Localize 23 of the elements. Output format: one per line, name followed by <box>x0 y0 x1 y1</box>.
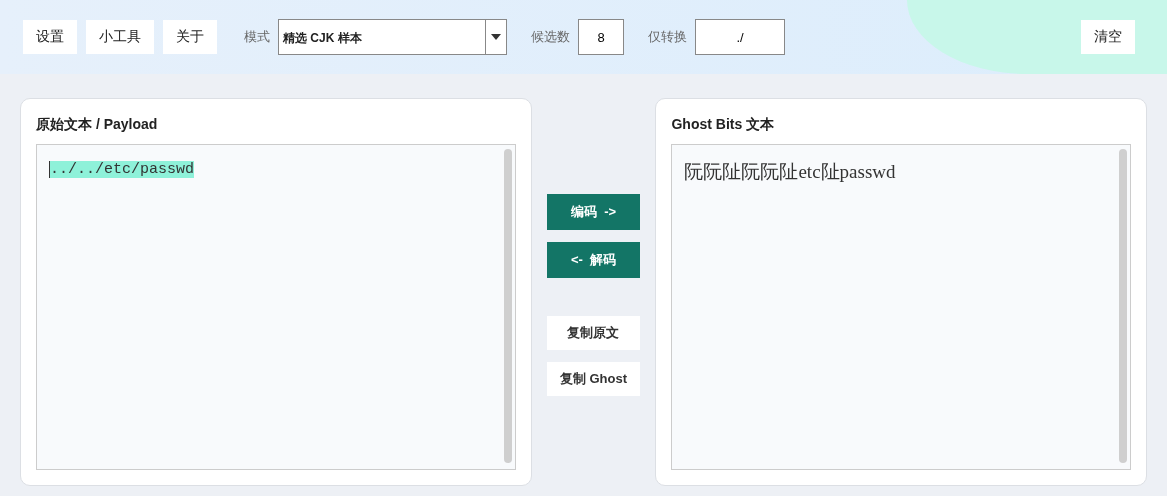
menu-button[interactable]: 关于 <box>163 20 217 54</box>
action-button[interactable]: 复制 Ghost <box>546 362 641 396</box>
scrollbar-thumb[interactable] <box>1119 149 1127 463</box>
clear-button[interactable]: 清空 <box>1081 20 1135 54</box>
convert-only-label: 仅转换 <box>648 28 687 46</box>
action-button[interactable]: <- 解码 <box>546 242 641 278</box>
candidates-field[interactable]: 8 <box>578 19 624 55</box>
caret-icon <box>491 34 501 40</box>
action-button[interactable]: 复制原文 <box>546 316 641 350</box>
ghost-text-field[interactable]: 阮阮阯阮阮阯etc阯passwd <box>671 144 1131 470</box>
candidates-label: 候选数 <box>531 28 570 46</box>
mode-dropdown[interactable]: 精选 CJK 样本 <box>278 19 507 55</box>
menu-button[interactable]: 设置 <box>23 20 77 54</box>
mode-label: 模式 <box>244 28 270 46</box>
panel-title: 原始文本 / Payload <box>36 116 158 134</box>
menu-button[interactable]: 小工具 <box>86 20 154 54</box>
payload-field[interactable]: ../../etc/passwd <box>36 144 516 470</box>
payload-text: ../../etc/passwd <box>49 161 195 178</box>
action-button[interactable]: 编码 -> <box>546 194 641 230</box>
scrollbar-thumb[interactable] <box>503 149 512 463</box>
ghost-text: 阮阮阯阮阮阯etc阯passwd <box>684 161 896 182</box>
convert-only-field[interactable]: ./ <box>695 19 785 55</box>
panel-title: Ghost Bits 文本 <box>671 116 775 134</box>
